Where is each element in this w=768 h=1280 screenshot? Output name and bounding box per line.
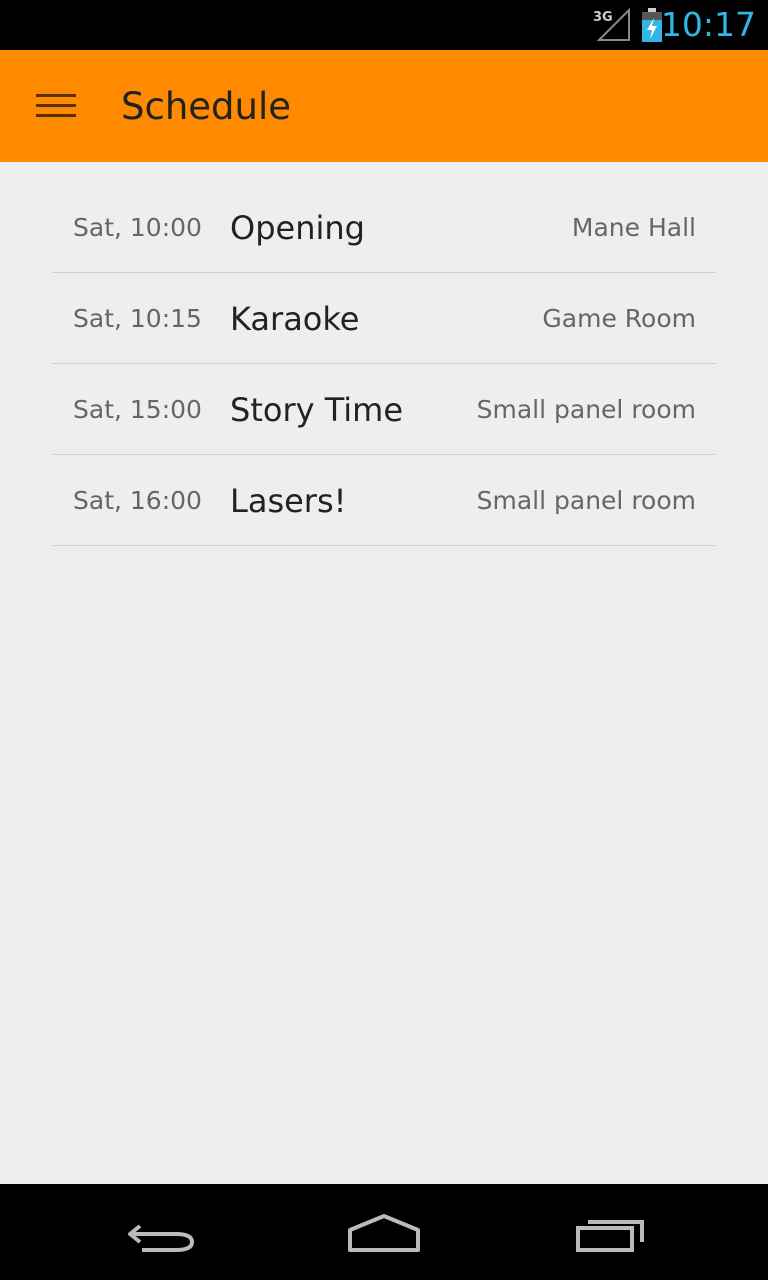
schedule-room: Game Room xyxy=(542,304,696,333)
screen: 3G 10:17 Schedule Sat, 10:00 Opening Man… xyxy=(0,0,768,1280)
schedule-row[interactable]: Sat, 15:00 Story Time Small panel room xyxy=(52,364,716,455)
schedule-title: Karaoke xyxy=(230,300,360,338)
schedule-room: Mane Hall xyxy=(571,213,696,242)
schedule-row[interactable]: Sat, 10:00 Opening Mane Hall xyxy=(52,182,716,273)
home-button[interactable] xyxy=(336,1204,432,1260)
schedule-room: Small panel room xyxy=(476,486,696,515)
network-type-label: 3G xyxy=(593,10,613,25)
home-icon xyxy=(348,1214,420,1252)
schedule-list: Sat, 10:00 Opening Mane Hall Sat, 10:15 … xyxy=(52,182,716,546)
schedule-time: Sat, 15:00 xyxy=(73,395,202,424)
schedule-title: Opening xyxy=(230,209,365,247)
schedule-title: Lasers! xyxy=(230,482,347,520)
schedule-room: Small panel room xyxy=(476,395,696,424)
action-bar: Schedule xyxy=(0,50,768,162)
back-button[interactable] xyxy=(112,1204,208,1260)
recent-apps-icon xyxy=(576,1220,644,1252)
hamburger-menu-icon xyxy=(36,94,76,117)
schedule-time: Sat, 10:00 xyxy=(73,213,202,242)
navigation-bar xyxy=(0,1184,768,1280)
status-clock: 10:17 xyxy=(660,5,756,44)
back-icon xyxy=(128,1224,195,1252)
signal-icon: 3G xyxy=(593,8,630,41)
navigation-drawer-button[interactable] xyxy=(24,80,88,132)
schedule-row[interactable]: Sat, 16:00 Lasers! Small panel room xyxy=(52,455,716,546)
schedule-time: Sat, 10:15 xyxy=(73,304,202,333)
status-bar: 3G 10:17 xyxy=(0,0,768,50)
schedule-time: Sat, 16:00 xyxy=(73,486,202,515)
page-title: Schedule xyxy=(121,85,292,128)
schedule-title: Story Time xyxy=(230,391,404,429)
schedule-row[interactable]: Sat, 10:15 Karaoke Game Room xyxy=(52,273,716,364)
recent-apps-button[interactable] xyxy=(562,1204,658,1260)
